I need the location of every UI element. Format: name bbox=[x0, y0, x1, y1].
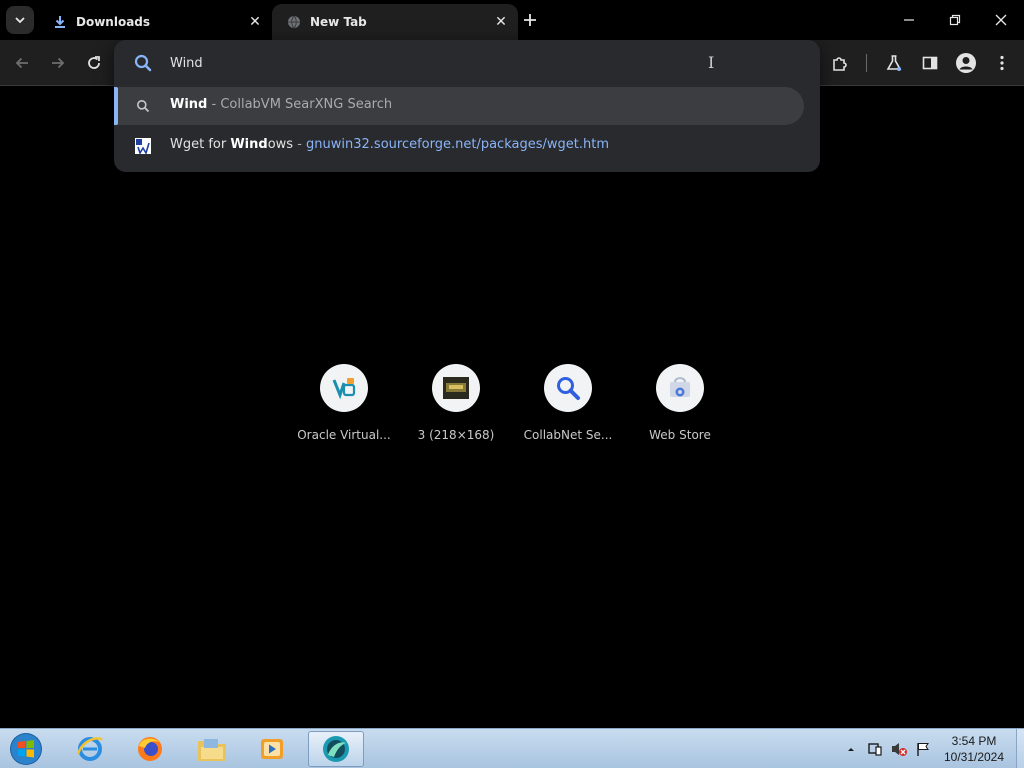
suggestion-url: gnuwin32.sourceforge.net/packages/wget.h… bbox=[306, 137, 609, 152]
tab-title: New Tab bbox=[310, 15, 367, 29]
firefox-icon bbox=[138, 737, 162, 761]
puzzle-icon bbox=[833, 57, 847, 71]
clock-time: 3:54 PM bbox=[951, 734, 997, 748]
kebab-menu-icon bbox=[1000, 55, 1004, 71]
file-explorer-icon bbox=[198, 739, 226, 761]
close-icon bbox=[995, 14, 1007, 26]
tab-new-tab[interactable]: New Tab ✕ bbox=[272, 4, 518, 40]
flask-icon bbox=[886, 55, 902, 71]
virtualbox-icon bbox=[320, 364, 368, 412]
clock[interactable]: 3:54 PM 10/31/2024 bbox=[936, 733, 1012, 765]
site-favicon bbox=[134, 137, 152, 155]
side-panel-icon bbox=[922, 56, 938, 70]
suggestion-separator: - bbox=[207, 97, 221, 112]
media-player-icon bbox=[261, 739, 283, 759]
volume-button[interactable] bbox=[890, 740, 908, 758]
address-bar: I bbox=[114, 40, 820, 86]
suggestion-source: CollabVM SearXNG Search bbox=[220, 97, 393, 112]
menu-button[interactable] bbox=[989, 50, 1015, 76]
back-arrow-icon bbox=[15, 57, 28, 69]
browser-icon bbox=[323, 736, 349, 762]
globe-icon bbox=[286, 14, 302, 30]
shortcut-label: Oracle Virtual... bbox=[297, 428, 391, 442]
device-icon bbox=[868, 743, 882, 756]
show-desktop-button[interactable] bbox=[1016, 729, 1024, 768]
tab-title: Downloads bbox=[76, 15, 151, 29]
side-panel-button[interactable] bbox=[917, 50, 943, 76]
web-store-icon bbox=[656, 364, 704, 412]
suggestion-text: Wget for Windows - gnuwin32.sourceforge.… bbox=[170, 137, 609, 152]
search-icon bbox=[134, 54, 152, 72]
restore-icon bbox=[949, 14, 961, 26]
shortcut-tile[interactable]: CollabNet Se... bbox=[512, 364, 624, 454]
tab-strip: Downloads ✕ New Tab ✕ bbox=[0, 0, 1024, 40]
suggestion-search[interactable]: Wind - CollabVM SearXNG Search bbox=[114, 87, 804, 125]
reload-button[interactable] bbox=[81, 50, 107, 76]
tab-downloads[interactable]: Downloads ✕ bbox=[38, 4, 272, 40]
suggestion-rest: ows bbox=[267, 137, 294, 152]
windows-logo-icon bbox=[10, 733, 42, 765]
suggestion-prefix: Wget for bbox=[170, 137, 231, 152]
back-button[interactable] bbox=[9, 50, 35, 76]
taskbar-app-active[interactable] bbox=[308, 731, 364, 767]
chevron-down-icon bbox=[15, 17, 25, 24]
search-icon bbox=[134, 97, 152, 115]
suggestion-match: Wind bbox=[170, 97, 208, 112]
address-input[interactable] bbox=[170, 53, 730, 73]
taskbar-app[interactable] bbox=[244, 731, 300, 767]
toolbar-separator bbox=[866, 54, 867, 72]
forward-arrow-icon bbox=[52, 57, 65, 69]
extensions-button[interactable] bbox=[827, 50, 853, 76]
text-cursor-icon: I bbox=[708, 53, 715, 72]
shortcut-tile[interactable]: Web Store bbox=[624, 364, 736, 454]
chevron-up-icon bbox=[848, 748, 854, 751]
shortcut-tile[interactable]: 3 (218×168) bbox=[400, 364, 512, 454]
suggestion-text: Wind - CollabVM SearXNG Search bbox=[170, 97, 392, 112]
minimize-icon bbox=[904, 19, 914, 21]
shortcut-label: Web Store bbox=[649, 428, 711, 442]
start-button[interactable] bbox=[6, 731, 46, 767]
minimize-button[interactable] bbox=[886, 0, 932, 40]
tab-search-button[interactable] bbox=[6, 6, 34, 34]
profile-button[interactable] bbox=[953, 50, 979, 76]
labs-button[interactable] bbox=[881, 50, 907, 76]
image-thumbnail-icon bbox=[432, 364, 480, 412]
forward-button[interactable] bbox=[45, 50, 71, 76]
avatar-icon bbox=[956, 53, 976, 73]
taskbar: 3:54 PM 10/31/2024 bbox=[0, 728, 1024, 768]
new-tab-button[interactable] bbox=[518, 8, 542, 32]
omnibox-popup: I Wind - CollabVM SearXNG Search Wget fo… bbox=[114, 40, 820, 172]
reload-icon bbox=[88, 56, 100, 69]
shortcut-tile[interactable]: Oracle Virtual... bbox=[288, 364, 400, 454]
close-window-button[interactable] bbox=[978, 0, 1024, 40]
tray-app[interactable] bbox=[866, 740, 884, 758]
taskbar-app[interactable] bbox=[184, 731, 240, 767]
speaker-muted-icon bbox=[892, 743, 907, 756]
download-icon bbox=[52, 14, 68, 30]
shortcut-label: CollabNet Se... bbox=[523, 428, 613, 442]
internet-explorer-icon bbox=[76, 737, 103, 761]
clock-date: 10/31/2024 bbox=[943, 750, 1005, 764]
magnifier-icon bbox=[544, 364, 592, 412]
shortcut-label: 3 (218×168) bbox=[417, 428, 495, 442]
taskbar-app[interactable] bbox=[122, 731, 178, 767]
close-tab-icon[interactable]: ✕ bbox=[492, 13, 510, 31]
show-hidden-icons-button[interactable] bbox=[842, 740, 860, 758]
plus-icon bbox=[524, 14, 536, 26]
flag-icon bbox=[917, 743, 929, 756]
restore-button[interactable] bbox=[932, 0, 978, 40]
suggestion-match: Wind bbox=[230, 137, 268, 152]
close-tab-icon[interactable]: ✕ bbox=[246, 13, 264, 31]
suggestion-history[interactable]: Wget for Windows - gnuwin32.sourceforge.… bbox=[114, 127, 804, 165]
taskbar-app[interactable] bbox=[62, 731, 118, 767]
action-center-button[interactable] bbox=[914, 740, 932, 758]
suggestion-separator: - bbox=[293, 137, 307, 152]
